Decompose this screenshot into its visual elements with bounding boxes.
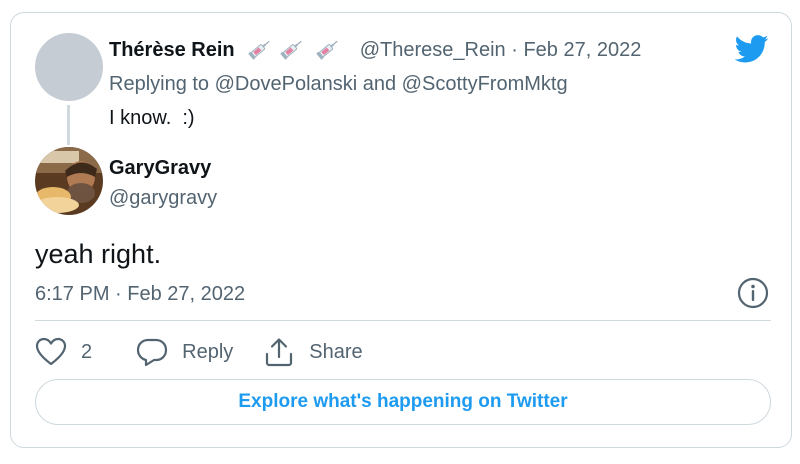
explore-button-label: Explore what's happening on Twitter — [238, 391, 568, 412]
thread-connector-line — [67, 105, 70, 145]
main-display-name[interactable]: GaryGravy — [109, 155, 211, 181]
reply-bubble-icon — [137, 338, 168, 367]
reply-button[interactable]: Reply — [136, 337, 233, 367]
syringe-icon — [280, 40, 302, 60]
parent-tweet-text: I know. :) — [109, 107, 195, 129]
share-button[interactable]: Share — [263, 337, 363, 367]
syringe-icon — [316, 40, 338, 60]
parent-handle[interactable]: @Therese_Rein — [360, 39, 506, 61]
parent-tweet-header: Thérèse Rein @Therese_Rein · Feb 27, 202… — [109, 37, 641, 67]
like-count: 2 — [81, 340, 93, 363]
name-emoji-group — [248, 38, 348, 67]
parent-display-name[interactable]: Thérèse Rein — [109, 39, 235, 61]
parent-avatar[interactable] — [35, 33, 103, 101]
reply-label: Reply — [182, 340, 234, 363]
main-handle[interactable]: @garygravy — [109, 185, 217, 211]
meta-separator: · — [511, 39, 518, 61]
share-label: Share — [309, 340, 363, 363]
explore-twitter-button[interactable]: Explore what's happening on Twitter — [35, 379, 771, 425]
info-icon[interactable] — [737, 277, 769, 314]
twitter-bird-icon[interactable] — [734, 35, 769, 68]
tweet-timestamp[interactable]: 6:17 PM · Feb 27, 2022 — [35, 281, 245, 307]
share-icon — [266, 338, 293, 367]
main-tweet-text: yeah right. — [35, 239, 162, 269]
parent-date[interactable]: Feb 27, 2022 — [523, 39, 641, 61]
syringe-icon — [248, 40, 270, 60]
divider — [35, 320, 771, 321]
embedded-tweet-card: Thérèse Rein @Therese_Rein · Feb 27, 202… — [10, 12, 792, 448]
like-button[interactable]: 2 — [35, 337, 92, 367]
tweet-actions-bar: 2 Reply Share — [35, 335, 363, 369]
replying-to-line[interactable]: Replying to @DovePolanski and @ScottyFro… — [109, 71, 568, 97]
main-avatar[interactable] — [35, 147, 103, 215]
heart-icon — [35, 337, 67, 366]
